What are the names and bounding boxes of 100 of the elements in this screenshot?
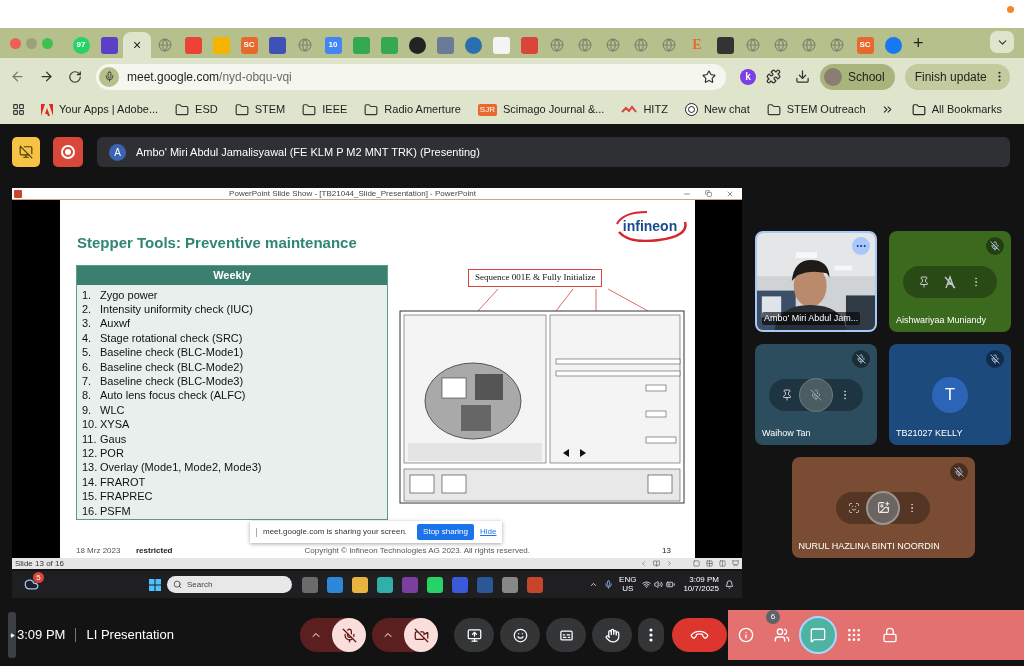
table-heading: Weekly (77, 266, 387, 285)
list-item-text: Baseline check (BLC-Mode3) (100, 376, 244, 388)
count-badge: 6 (766, 610, 780, 624)
volume-icon[interactable] (654, 580, 664, 589)
taskbar-app-icon[interactable] (377, 576, 393, 593)
chat-button[interactable] (799, 616, 837, 654)
present-button[interactable] (454, 618, 494, 652)
captions-button[interactable] (546, 618, 586, 652)
taskbar-app-icon[interactable] (352, 576, 368, 593)
pin-icon[interactable] (781, 388, 793, 401)
clock-time[interactable]: 3:09 PM (689, 576, 719, 584)
participant-tile[interactable]: Waihow Tan (755, 344, 877, 445)
close-icon[interactable] (726, 189, 734, 198)
extension-avatar[interactable]: k (740, 68, 756, 85)
hide-link[interactable]: Hide (480, 526, 497, 538)
weather-icon[interactable] (24, 577, 39, 592)
download-icon[interactable] (795, 69, 810, 84)
play-icon (9, 632, 15, 638)
more-options-button[interactable] (638, 618, 664, 652)
reading-view-icon[interactable] (719, 560, 726, 567)
bookmark-item[interactable]: Your Apps | Adobe... (41, 101, 159, 118)
raise-hand-button[interactable] (592, 618, 632, 652)
taskbar-app-icon[interactable] (327, 576, 343, 593)
all-bookmarks-item[interactable]: All Bookmarks (911, 101, 1002, 118)
list-number: 5. (82, 347, 93, 359)
address-field[interactable]: meet.google.com/nyd-obqu-vqi (96, 63, 726, 90)
presentation-off-button[interactable] (12, 137, 40, 167)
stop-sharing-button[interactable]: Stop sharing (417, 524, 474, 540)
list-item-text: Intensity uniformity check (IUC) (100, 304, 253, 316)
participant-name: Ambo' Miri Abdul Jam... (762, 311, 861, 325)
browser-tab[interactable]: 10 (319, 32, 347, 58)
mic-off-icon (856, 354, 866, 364)
bookmark-item[interactable]: IEEE (302, 101, 348, 118)
pin-icon[interactable] (918, 275, 931, 288)
restore-icon[interactable] (705, 190, 712, 197)
favicon-text: SC (243, 41, 255, 49)
reload-icon[interactable] (68, 69, 82, 84)
bell-icon[interactable] (725, 580, 734, 589)
record-button[interactable] (53, 137, 83, 167)
list-item-text: Gaus (100, 433, 127, 445)
clock-date[interactable]: 10/7/2025 (683, 585, 719, 593)
tray-overflow-icon[interactable] (589, 580, 599, 589)
crossed-letter-icon[interactable] (943, 274, 957, 289)
participant-tile[interactable]: Ambo' Miri Abdul Jam... (755, 231, 877, 332)
bookmark-item[interactable]: STEM (234, 101, 286, 118)
apps-grid-icon[interactable] (12, 103, 25, 116)
sorter-view-icon[interactable] (706, 560, 713, 567)
frame-icon[interactable] (848, 501, 860, 514)
bookmark-item[interactable]: ESD (175, 101, 218, 118)
wifi-icon[interactable] (642, 580, 652, 589)
back-icon[interactable] (10, 69, 25, 84)
normal-view-icon[interactable] (693, 560, 700, 567)
leave-call-button[interactable] (672, 618, 727, 652)
list-item-text: POR (100, 448, 124, 459)
mic-icon (604, 580, 614, 589)
taskbar-app-icon[interactable] (427, 576, 443, 593)
slideshow-icon[interactable] (732, 560, 739, 567)
extensions-icon[interactable] (766, 69, 781, 84)
list-number: 10. (82, 419, 99, 431)
camera-off-icon (413, 627, 429, 643)
bookmark-item[interactable]: SJR Scimago Journal &... (477, 101, 605, 118)
microphone-button[interactable] (332, 618, 366, 652)
bookmark-item[interactable]: Radio Amerture (364, 101, 461, 118)
bookmark-item[interactable]: New chat (684, 101, 750, 118)
window-title: PowerPoint Slide Show - [TB21044_Slide_Presentation] - PowerPoint (228, 189, 477, 198)
windows-start-icon[interactable] (149, 578, 161, 591)
previous-icon[interactable] (640, 560, 647, 567)
list-item-text: Auxwf (100, 318, 130, 330)
folder-icon (302, 102, 317, 117)
participant-tile[interactable]: NURUL HAZLINA BINTI NOORDIN (791, 457, 975, 558)
participant-tile[interactable]: Aishwariyaa Muniandy (889, 231, 1011, 332)
bookmark-item[interactable]: STEM Outreach (766, 101, 866, 118)
taskbar-search-field[interactable]: Search (167, 576, 292, 593)
folder-icon (234, 102, 249, 117)
lock-icon (882, 627, 898, 643)
list-number: 4. (82, 332, 93, 344)
region-text[interactable]: US (622, 585, 634, 593)
favicon-text: 10 (328, 41, 338, 49)
list-item-text: FRAROT (100, 476, 146, 488)
language-text[interactable]: ENG (619, 576, 637, 584)
next-icon[interactable] (666, 560, 673, 567)
bookmark-item[interactable]: HITZ (621, 101, 668, 118)
folder-icon (175, 102, 190, 117)
camera-button[interactable] (404, 618, 438, 652)
new-tab-button[interactable]: + (913, 34, 924, 52)
logo: infineon (613, 210, 687, 242)
bookmark-star-icon[interactable] (702, 69, 716, 84)
battery-icon[interactable] (666, 580, 676, 589)
taskbar-app-icon[interactable] (502, 576, 518, 593)
forward-icon[interactable] (39, 69, 54, 84)
finish-update-button[interactable]: Finish update (904, 63, 1010, 90)
reactions-button[interactable] (500, 618, 540, 652)
notes-icon[interactable] (653, 560, 660, 567)
participant-tile[interactable]: T TB21027 KELLY (889, 344, 1011, 445)
panel-handle[interactable] (8, 612, 16, 658)
tab-list-button[interactable] (990, 31, 1014, 53)
add-photo-button[interactable] (866, 490, 900, 525)
list-number: 7. (82, 376, 93, 388)
profile-button[interactable]: School (820, 63, 895, 90)
browser-tab[interactable]: × (123, 32, 151, 58)
